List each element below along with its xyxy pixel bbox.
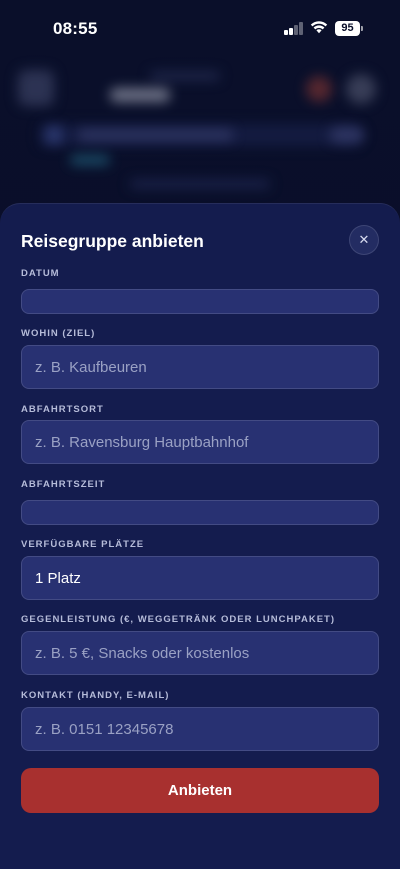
offer-travel-group-sheet: Reisegruppe anbieten ✕ DATUM WOHIN (ZIEL… [0, 203, 400, 869]
destination-input[interactable]: z. B. Kaufbeuren [21, 345, 379, 389]
cellular-signal-icon [284, 22, 304, 35]
submit-offer-button[interactable]: Anbieten [21, 768, 379, 813]
status-time: 08:55 [53, 19, 98, 38]
compensation-label: GEGENLEISTUNG (€, WEGGETRÄNK ODER LUNCHP… [21, 614, 335, 625]
date-field[interactable] [21, 289, 379, 314]
status-bar: 08:55 95 [0, 0, 400, 60]
departure-place-input[interactable]: z. B. Ravensburg Hauptbahnhof [21, 420, 379, 464]
date-label: DATUM [21, 268, 60, 279]
wifi-icon [310, 20, 328, 34]
battery-level: 95 [335, 21, 360, 36]
close-button[interactable]: ✕ [349, 225, 379, 255]
available-seats-label: VERFÜGBARE PLÄTZE [21, 539, 145, 550]
departure-time-label: ABFAHRTSZEIT [21, 479, 106, 490]
contact-label: KONTAKT (HANDY, E-MAIL) [21, 690, 170, 701]
battery-icon: 95 [335, 21, 363, 36]
available-seats-select[interactable]: 1 Platz [21, 556, 379, 600]
departure-place-label: ABFAHRTSORT [21, 404, 104, 415]
departure-time-field[interactable] [21, 500, 379, 525]
contact-input[interactable]: z. B. 0151 12345678 [21, 707, 379, 751]
sheet-title: Reisegruppe anbieten [21, 231, 204, 251]
close-icon: ✕ [358, 232, 370, 247]
compensation-input[interactable]: z. B. 5 €, Snacks oder kostenlos [21, 631, 379, 675]
destination-label: WOHIN (ZIEL) [21, 328, 96, 339]
